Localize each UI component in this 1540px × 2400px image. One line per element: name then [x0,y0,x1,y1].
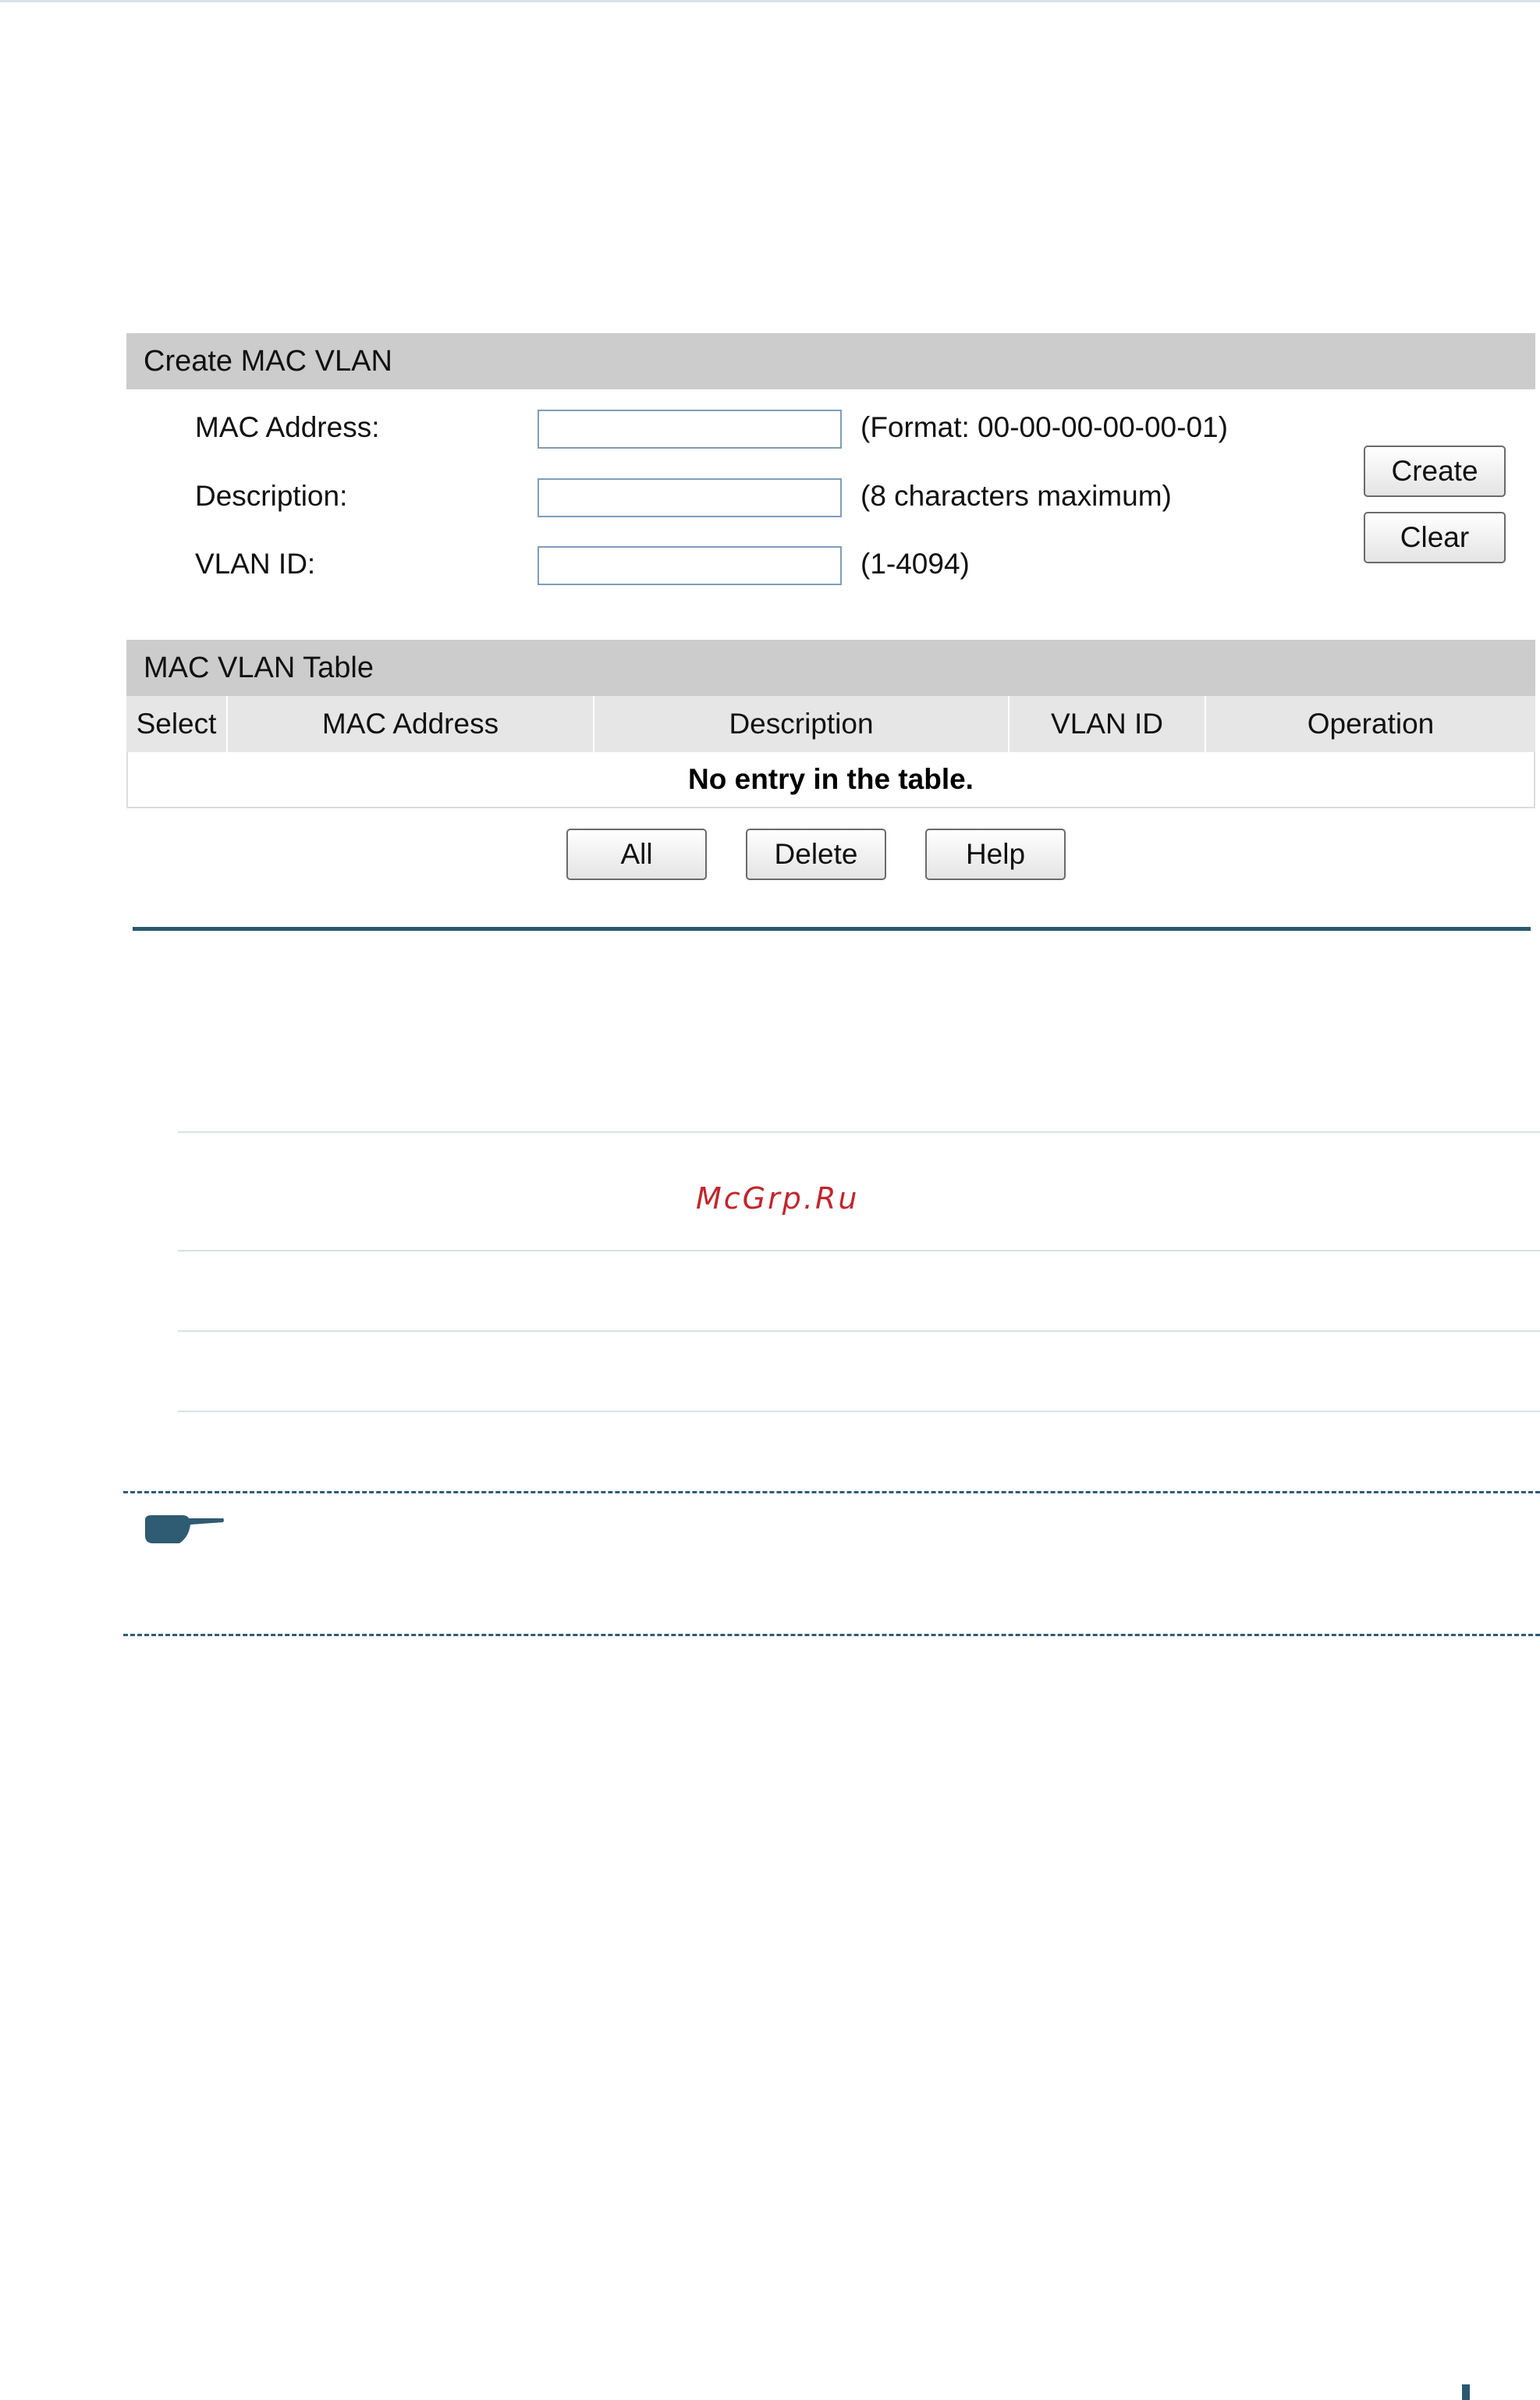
mac-address-hint: (Format: 00-00-00-00-00-01) [860,411,1228,443]
select-all-button[interactable]: All [566,829,707,880]
table-rule [178,1411,1540,1412]
section-divider [133,927,1531,931]
clear-button[interactable]: Clear [1364,512,1506,563]
delete-button[interactable]: Delete [746,829,886,880]
vlan-id-hint: (1-4094) [860,548,970,580]
table-rule [178,1131,1540,1133]
description-label: Description: [195,480,348,512]
note-border-bottom [123,1634,1540,1636]
page-marker [1462,2384,1470,2400]
watermark: McGrp.Ru [696,1181,860,1216]
column-header-vlan-id: VLAN ID [1010,696,1206,752]
create-panel-title: Create MAC VLAN [126,333,1535,389]
mac-vlan-table-panel: MAC VLAN Table [126,640,1535,696]
help-button[interactable]: Help [925,829,1066,880]
table-rule [178,1250,1540,1251]
column-header-description: Description [594,696,1010,752]
table-rule [178,1330,1540,1332]
vlan-id-input[interactable] [538,546,842,585]
create-button[interactable]: Create [1364,446,1506,497]
note-border-top [123,1491,1540,1493]
description-input[interactable] [538,478,842,517]
pointing-hand-icon [142,1512,225,1550]
mac-address-label: MAC Address: [195,411,380,443]
table-panel-title: MAC VLAN Table [126,640,1535,696]
create-mac-vlan-panel: Create MAC VLAN [126,333,1535,389]
column-header-mac-address: MAC Address [228,696,594,752]
description-hint: (8 characters maximum) [860,480,1172,512]
mac-address-input[interactable] [538,410,842,449]
column-header-select: Select [126,696,228,752]
empty-table-message: No entry in the table. [126,752,1535,808]
vlan-id-label: VLAN ID: [195,548,316,580]
column-header-operation: Operation [1206,696,1535,752]
top-rule [0,0,1540,2]
